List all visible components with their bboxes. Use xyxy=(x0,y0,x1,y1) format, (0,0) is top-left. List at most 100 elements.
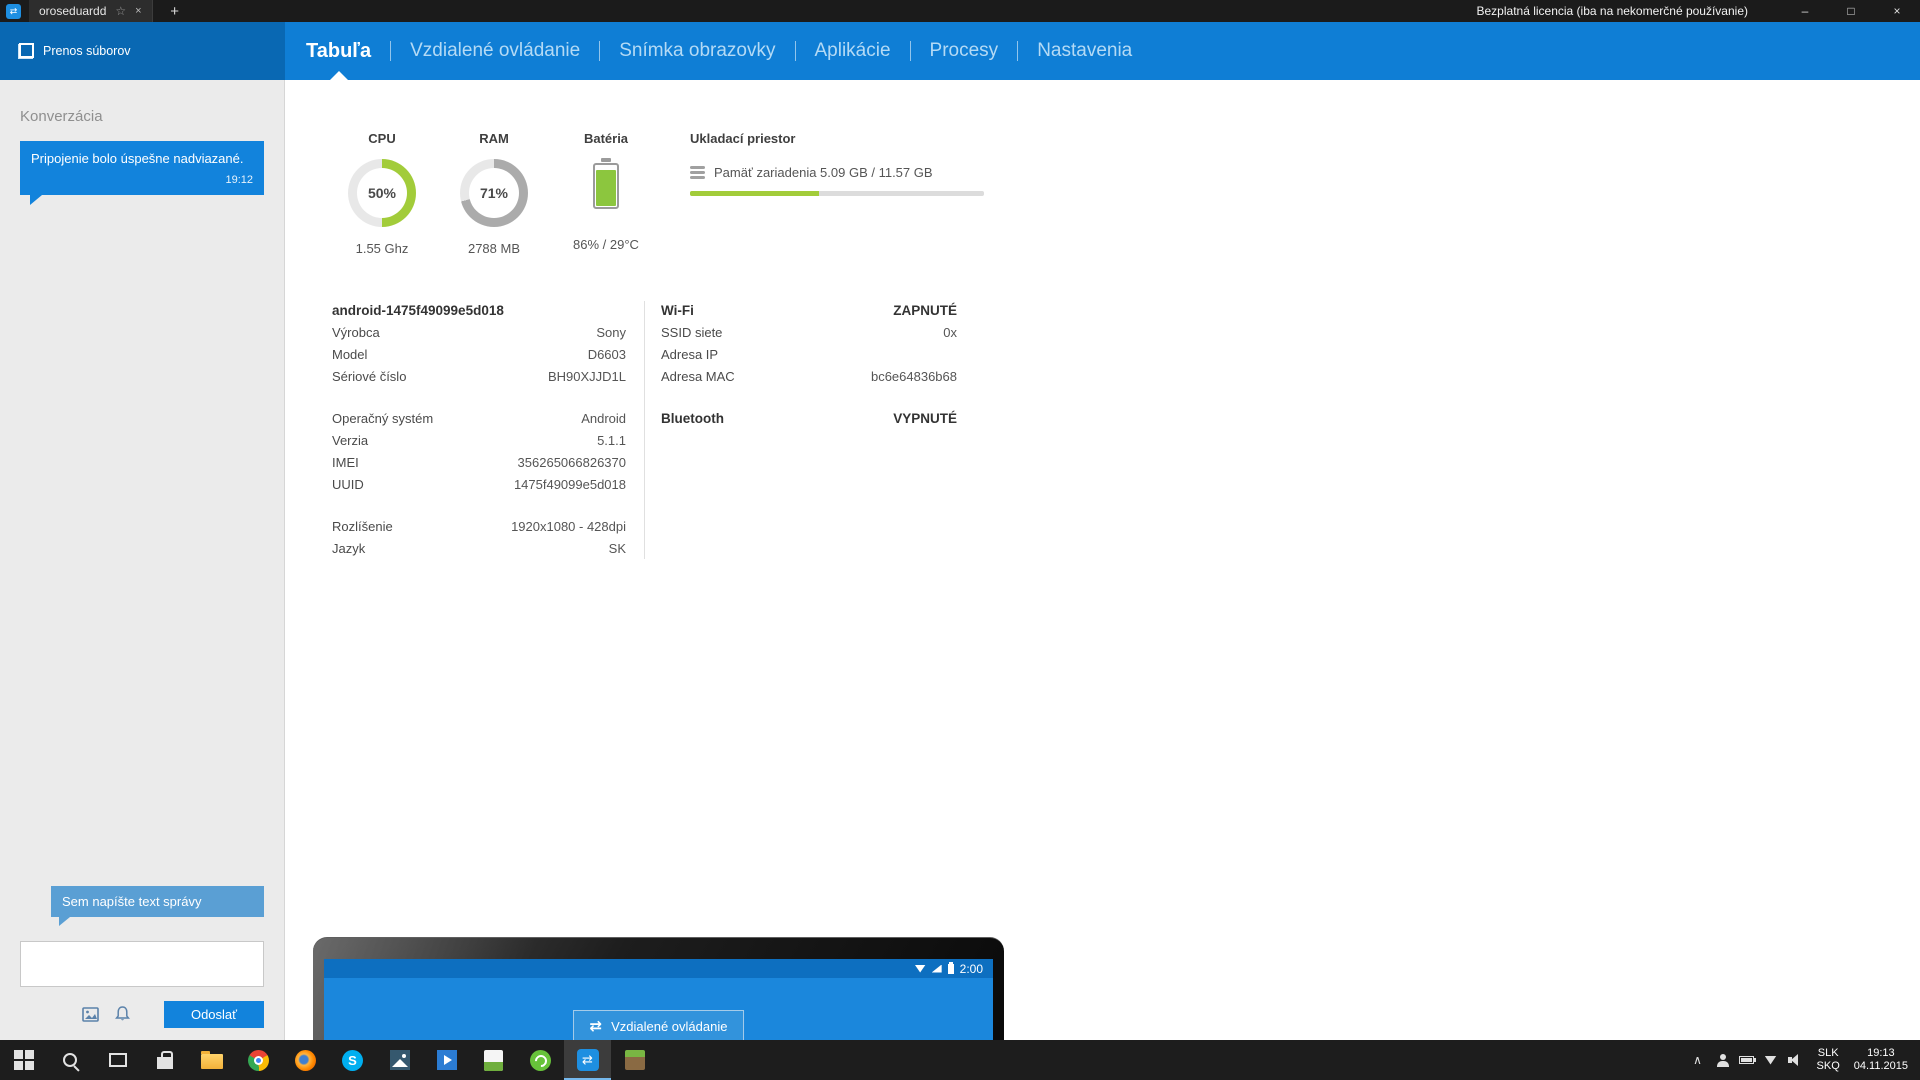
info-value: bc6e64836b68 xyxy=(871,369,957,384)
ram-percent: 71% xyxy=(480,185,508,201)
tab-label: Vzdialené ovládanie xyxy=(410,40,580,62)
close-button[interactable]: × xyxy=(1874,0,1920,22)
store-button[interactable] xyxy=(141,1040,188,1080)
info-label: SSID siete xyxy=(661,325,722,340)
maximize-button[interactable]: □ xyxy=(1828,0,1874,22)
new-tab-button[interactable]: + xyxy=(165,3,185,20)
document-app-button[interactable] xyxy=(470,1040,517,1080)
tray-network-icon[interactable] xyxy=(1759,1040,1783,1080)
ram-donut: 71% xyxy=(460,159,528,227)
info-divider xyxy=(644,301,645,559)
info-row: BluetoothVYPNUTÉ xyxy=(661,407,957,429)
chat-message-text: Pripojenie bolo úspešne nadviazané. xyxy=(31,151,244,166)
stats-row: CPU 50% 1.55 Ghz RAM 71% 2788 MB Batéria… xyxy=(286,80,1920,256)
cpu-label: CPU xyxy=(332,131,432,149)
file-transfer-label: Prenos súborov xyxy=(43,44,131,58)
green-call-icon xyxy=(530,1050,551,1071)
screenshot-icon[interactable] xyxy=(82,1007,99,1022)
language-indicator[interactable]: SLK SKQ xyxy=(1807,1047,1850,1073)
info-label: Sériové číslo xyxy=(332,369,406,384)
window-controls: – □ × xyxy=(1782,0,1920,22)
chrome-button[interactable] xyxy=(235,1040,282,1080)
minecraft-icon xyxy=(625,1050,645,1070)
buzz-bell-icon[interactable] xyxy=(115,1006,130,1022)
battery-stat: Batéria 86% / 29°C xyxy=(556,131,656,256)
task-view-button[interactable] xyxy=(94,1040,141,1080)
info-label: Jazyk xyxy=(332,541,365,556)
device-screen-preview[interactable]: 2:00 ⇄ Vzdialené ovládanie xyxy=(313,937,1004,1040)
cpu-stat: CPU 50% 1.55 Ghz xyxy=(332,131,432,256)
minimize-button[interactable]: – xyxy=(1782,0,1828,22)
tab-close-icon[interactable]: × xyxy=(135,5,141,17)
info-value: Android xyxy=(581,411,626,426)
file-transfer-button[interactable]: Prenos súborov xyxy=(0,22,285,80)
info-row: Verzia5.1.1 xyxy=(332,429,626,451)
tab-processes[interactable]: Procesy xyxy=(911,22,1018,80)
battery-icon xyxy=(593,163,619,209)
skype-icon xyxy=(342,1050,363,1071)
tab-applications[interactable]: Aplikácie xyxy=(796,22,910,80)
movies-tv-button[interactable] xyxy=(423,1040,470,1080)
tab-screenshot[interactable]: Snímka obrazovky xyxy=(600,22,794,80)
cpu-percent: 50% xyxy=(368,185,396,201)
info-value: 1475f49099e5d018 xyxy=(514,477,626,492)
storage-bar xyxy=(690,191,984,196)
bluetooth-status: VYPNUTÉ xyxy=(893,411,957,426)
info-value: 5.1.1 xyxy=(597,433,626,448)
info-row: Wi-FiZAPNUTÉ xyxy=(661,299,957,321)
conversation-sidebar: Konverzácia Pripojenie bolo úspešne nadv… xyxy=(0,80,285,1040)
conversation-title: Konverzácia xyxy=(20,108,284,125)
info-value: Sony xyxy=(596,325,626,340)
storage-stat: Ukladací priestor Pamäť zariadenia 5.09 … xyxy=(690,131,990,256)
chat-message-input[interactable] xyxy=(20,941,264,987)
tab-settings[interactable]: Nastavenia xyxy=(1018,22,1151,80)
info-value: D6603 xyxy=(588,347,626,362)
file-explorer-button[interactable] xyxy=(188,1040,235,1080)
tray-battery-icon[interactable] xyxy=(1735,1040,1759,1080)
photos-button[interactable] xyxy=(376,1040,423,1080)
remote-control-button[interactable]: ⇄ Vzdialené ovládanie xyxy=(573,1010,745,1042)
info-label: Adresa MAC xyxy=(661,369,735,384)
wifi-icon xyxy=(915,965,926,973)
tray-people-icon[interactable] xyxy=(1711,1040,1735,1080)
tab-label: Nastavenia xyxy=(1037,40,1132,62)
minecraft-button[interactable] xyxy=(611,1040,658,1080)
document-app-icon xyxy=(484,1050,503,1071)
teamviewer-taskbar-button[interactable] xyxy=(564,1040,611,1080)
task-view-icon xyxy=(109,1053,127,1067)
favorite-star-icon[interactable]: ☆ xyxy=(115,4,126,18)
tab-dashboard[interactable]: Tabuľa xyxy=(287,22,390,80)
movies-tv-icon xyxy=(437,1050,457,1070)
title-bar: oroseduardd ☆ × + Bezplatná licencia (ib… xyxy=(0,0,1920,22)
chat-input-hint-bubble: Sem napíšte text správy xyxy=(51,886,264,917)
device-status-bar: 2:00 xyxy=(324,959,993,978)
battery-fill xyxy=(596,170,616,206)
file-transfer-icon xyxy=(18,43,34,59)
firefox-button[interactable] xyxy=(282,1040,329,1080)
ram-stat: RAM 71% 2788 MB xyxy=(444,131,544,256)
disk-icon xyxy=(690,166,705,179)
nav-tabs: Tabuľa Vzdialené ovládanie Snímka obrazo… xyxy=(285,22,1920,80)
tab-remote-control[interactable]: Vzdialené ovládanie xyxy=(391,22,599,80)
battery-detail: 86% / 29°C xyxy=(556,237,656,252)
tab-label: Aplikácie xyxy=(815,40,891,62)
info-row: VýrobcaSony xyxy=(332,321,626,343)
info-row: Sériové čísloBH90XJJD1L xyxy=(332,365,626,387)
tray-expand-icon[interactable]: ∧ xyxy=(1685,1053,1711,1067)
start-button[interactable] xyxy=(0,1040,47,1080)
info-value: SK xyxy=(609,541,626,556)
info-label: Rozlíšenie xyxy=(332,519,393,534)
send-button[interactable]: Odoslať xyxy=(164,1001,264,1028)
call-app-button[interactable] xyxy=(517,1040,564,1080)
skype-button[interactable] xyxy=(329,1040,376,1080)
search-button[interactable] xyxy=(47,1040,94,1080)
tray-volume-icon[interactable] xyxy=(1783,1040,1807,1080)
ram-label: RAM xyxy=(444,131,544,149)
session-tab-label: oroseduardd xyxy=(39,4,106,18)
session-tab[interactable]: oroseduardd ☆ × xyxy=(29,0,153,22)
language-code: SLK xyxy=(1817,1047,1840,1060)
teamviewer-icon xyxy=(577,1049,599,1071)
system-tray: ∧ SLK SKQ 19:13 04.11.2015 xyxy=(1685,1040,1920,1080)
clock[interactable]: 19:13 04.11.2015 xyxy=(1850,1047,1920,1073)
tab-label: Procesy xyxy=(930,40,999,62)
